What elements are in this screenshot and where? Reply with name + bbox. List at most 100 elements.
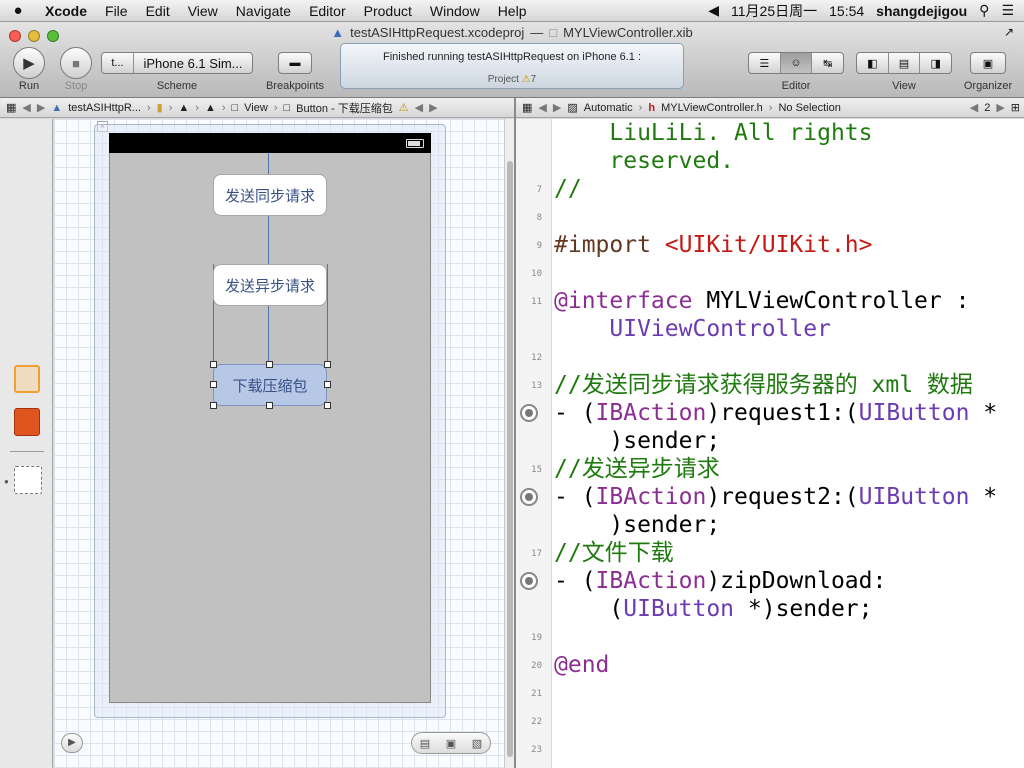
warning-icon[interactable]: ⚠ (522, 74, 531, 85)
resize-handle[interactable] (266, 361, 273, 368)
back-arrow-icon[interactable]: ◀ (22, 101, 30, 114)
resize-handle[interactable] (210, 381, 217, 388)
menu-navigate[interactable]: Navigate (227, 3, 300, 19)
code-line[interactable]: (UIButton *)sender; (554, 595, 872, 623)
scheme-target[interactable]: t... (102, 53, 134, 73)
code-editor[interactable]: 7 8 9 10 11 12 13 15 17 19 20 21 22 23 LiuLiLi. All r… (516, 119, 1024, 768)
jump-button[interactable]: Button - 下载压缩包 (296, 100, 393, 116)
warning-count[interactable]: 7 (531, 74, 537, 85)
code-line[interactable]: @end (554, 651, 609, 679)
line-number-gutter[interactable]: 7 8 9 10 11 12 13 15 17 19 20 21 22 23 (516, 119, 552, 768)
fullscreen-icon[interactable]: ↗ (1004, 25, 1014, 39)
jump-selection[interactable]: No Selection (778, 102, 840, 114)
code-line[interactable]: //文件下载 (554, 539, 674, 567)
view-control[interactable]: ◧ ▤ ◨ (856, 52, 952, 74)
jump-project[interactable]: testASIHttpR... (68, 102, 141, 114)
standard-editor-icon[interactable]: ☰ (749, 53, 781, 73)
debug-toggle-icon[interactable]: ▤ (889, 53, 921, 73)
menu-help[interactable]: Help (489, 3, 536, 19)
counterpart-count[interactable]: 2 (984, 102, 990, 114)
stop-button[interactable]: ■ (60, 47, 92, 79)
root-view[interactable] (109, 133, 431, 703)
warning-icon[interactable]: ⚠ (399, 101, 409, 114)
menu-clock[interactable]: 15:54 (829, 3, 864, 19)
add-assistant-icon[interactable]: ⊞ (1011, 101, 1024, 114)
menu-editor[interactable]: Editor (300, 3, 355, 19)
resize-handle[interactable] (266, 402, 273, 409)
code-line[interactable]: LiuLiLi. All rights (554, 119, 872, 147)
files-owner-icon[interactable] (14, 365, 40, 393)
assistant-editor-icon[interactable]: ☺ (780, 53, 813, 73)
async-request-button[interactable]: 发送异步请求 (213, 264, 327, 306)
pin-icon[interactable]: ▣ (446, 737, 456, 750)
chevron-right-icon: › (195, 101, 199, 114)
code-line[interactable]: - (IBAction)request2:(UIButton * (554, 483, 997, 511)
forward-arrow-icon[interactable]: ▶ (429, 101, 437, 114)
resize-handle[interactable] (324, 402, 331, 409)
scheme-popup[interactable]: t... iPhone 6.1 Sim... (101, 52, 253, 74)
code-line[interactable]: #import <UIKit/UIKit.h> (554, 231, 873, 259)
outline-toggle-button[interactable]: ▶ (61, 733, 83, 753)
resolve-icon[interactable]: ▧ (472, 737, 482, 750)
menu-file[interactable]: File (96, 3, 137, 19)
volume-icon[interactable]: ◀ (708, 2, 719, 19)
first-responder-icon[interactable] (14, 408, 40, 436)
organizer-button[interactable]: ▣ (970, 52, 1006, 74)
menu-product[interactable]: Product (355, 3, 421, 19)
menu-app[interactable]: Xcode (36, 3, 96, 19)
view-object-icon[interactable] (14, 466, 42, 494)
code-line[interactable]: UIViewController (554, 315, 831, 343)
resize-handle[interactable] (210, 402, 217, 409)
code-line[interactable]: reserved. (554, 147, 734, 175)
back-arrow-icon[interactable]: ◀ (538, 101, 546, 114)
run-button[interactable]: ▶ (13, 47, 45, 79)
apple-icon[interactable]: ● (0, 2, 36, 19)
resize-handle[interactable] (210, 361, 217, 368)
code-line[interactable]: )sender; (554, 427, 720, 455)
forward-arrow-icon[interactable]: ▶ (553, 101, 561, 114)
code-line[interactable]: - (IBAction)request1:(UIButton * (554, 399, 997, 427)
version-editor-icon[interactable]: ↹ (812, 53, 843, 73)
outlet-connection-icon[interactable] (520, 572, 538, 590)
related-items-icon[interactable]: ▦ (522, 101, 532, 114)
canvas-scrollbar[interactable] (504, 119, 514, 768)
forward-arrow-icon[interactable]: ▶ (37, 101, 45, 114)
download-zip-button[interactable]: 下载压缩包 (213, 364, 327, 406)
xib-icon[interactable]: ▲ (205, 102, 216, 114)
list-icon[interactable]: ☰ (1001, 2, 1014, 19)
menu-edit[interactable]: Edit (137, 3, 179, 19)
folder-icon[interactable]: ▮ (157, 101, 163, 114)
outlet-connection-icon[interactable] (520, 404, 538, 422)
back-arrow-icon[interactable]: ◀ (970, 101, 978, 114)
menu-user[interactable]: shangdejigou (876, 3, 967, 19)
expand-dot-icon[interactable]: ● (4, 477, 9, 486)
code-line[interactable]: - (IBAction)zipDownload: (554, 567, 886, 595)
resize-handle[interactable] (324, 381, 331, 388)
navigator-toggle-icon[interactable]: ◧ (857, 53, 889, 73)
spotlight-search-icon[interactable]: ⚲ (979, 2, 989, 19)
breakpoints-button[interactable]: ▬ (278, 52, 312, 74)
code-line[interactable]: //发送异步请求 (554, 455, 720, 483)
menu-window[interactable]: Window (421, 3, 489, 19)
outlet-connection-icon[interactable] (520, 488, 538, 506)
code-line[interactable]: // (554, 175, 582, 203)
jump-view[interactable]: View (244, 102, 268, 114)
scheme-destination[interactable]: iPhone 6.1 Sim... (134, 53, 252, 73)
align-icon[interactable]: ▤ (420, 737, 430, 750)
xib-icon[interactable]: ▲ (178, 102, 189, 114)
jump-header[interactable]: MYLViewController.h (661, 102, 763, 114)
utilities-toggle-icon[interactable]: ◨ (920, 53, 951, 73)
scroll-thumb[interactable] (507, 161, 513, 757)
sync-request-button[interactable]: 发送同步请求 (213, 174, 327, 216)
code-line[interactable]: )sender; (554, 511, 720, 539)
back-arrow-icon[interactable]: ◀ (415, 101, 423, 114)
jump-automatic[interactable]: Automatic (584, 102, 633, 114)
editor-mode-control[interactable]: ☰ ☺ ↹ (748, 52, 844, 74)
code-line[interactable]: @interface MYLViewController : (554, 287, 969, 315)
code-line[interactable]: //发送同步请求获得服务器的 xml 数据 (554, 371, 973, 399)
related-items-icon[interactable]: ▦ (6, 101, 16, 114)
forward-arrow-icon[interactable]: ▶ (996, 101, 1004, 114)
resize-handle[interactable] (324, 361, 331, 368)
menu-view[interactable]: View (179, 3, 227, 19)
menu-date[interactable]: 11月25日周一 (731, 1, 817, 21)
